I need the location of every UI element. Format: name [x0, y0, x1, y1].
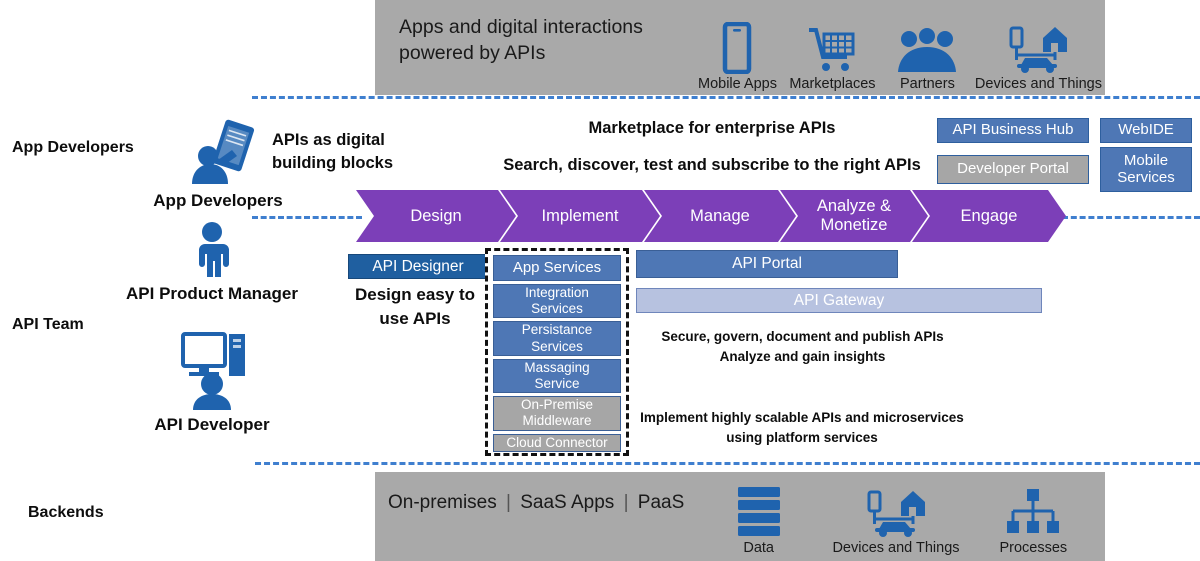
- secure-govern-note: Secure, govern, document and publish API…: [661, 329, 944, 365]
- org-chart-icon: [965, 480, 1102, 538]
- apps-banner-title: Apps and digital interactions powered by…: [399, 16, 643, 65]
- lifecycle-stage-engage[interactable]: Engage: [912, 190, 1066, 242]
- icon-label: Processes: [999, 540, 1068, 556]
- devices-and-things-icon: [827, 480, 964, 538]
- service-on-premise-middleware[interactable]: On-Premise Middleware: [493, 396, 621, 431]
- group-label-api-team: API Team: [12, 316, 84, 333]
- backend-type-on-premises: On-premises: [388, 492, 497, 513]
- apis-building-blocks-text: APIs as digital building blocks: [272, 131, 394, 172]
- persona-name: API Developer: [154, 415, 270, 434]
- divider-bottom: [255, 462, 1200, 465]
- persona-name: API Product Manager: [126, 284, 298, 303]
- partners-item: Partners: [880, 16, 975, 92]
- badge-api-business-hub[interactable]: API Business Hub: [937, 118, 1089, 143]
- bar-api-gateway[interactable]: API Gateway: [636, 288, 1042, 313]
- backend-types-row: On-premises | SaaS Apps | PaaS: [388, 492, 684, 514]
- service-massaging-service[interactable]: Massaging Service: [493, 358, 621, 394]
- bar-api-portal[interactable]: API Portal: [636, 250, 898, 278]
- devices-and-things-icon: [975, 16, 1102, 74]
- mobile-apps-item: Mobile Apps: [690, 16, 785, 92]
- icon-label: Devices and Things: [832, 540, 960, 556]
- implement-scalable-note: Implement highly scalable APIs and micro…: [640, 410, 964, 446]
- person-with-desktop-icon: [112, 332, 312, 415]
- service-persistance-services[interactable]: Persistance Services: [493, 321, 621, 356]
- apps-banner-icon-row: Mobile Apps Marketplaces Partners Device…: [690, 12, 1102, 92]
- persona-api-product-manager: API Product Manager: [102, 221, 322, 304]
- service-app-services[interactable]: App Services: [493, 255, 621, 281]
- database-stack-icon: [690, 480, 827, 538]
- divider-top: [252, 96, 1200, 99]
- group-label-backends: Backends: [28, 504, 104, 521]
- backends-icon-row: Data Devices and Things Processes: [690, 478, 1102, 556]
- service-cloud-connector[interactable]: Cloud Connector: [493, 433, 621, 452]
- marketplaces-item: Marketplaces: [785, 16, 880, 92]
- lifecycle-stage-analyze-monetize[interactable]: Analyze & Monetize: [780, 190, 928, 242]
- processes-item: Processes: [965, 480, 1102, 556]
- people-group-icon: [880, 16, 975, 74]
- bar-api-designer[interactable]: API Designer: [348, 254, 488, 279]
- icon-label: Devices and Things: [974, 76, 1102, 92]
- icon-label: Partners: [900, 76, 955, 92]
- person-standing-icon: [102, 221, 322, 284]
- lifecycle-stage-manage[interactable]: Manage: [644, 190, 796, 242]
- icon-label: Mobile Apps: [697, 76, 777, 92]
- divider-pipe: |: [623, 492, 629, 513]
- group-label-app-developers: App Developers: [12, 139, 134, 156]
- data-item: Data: [690, 480, 827, 556]
- badge-developer-portal[interactable]: Developer Portal: [937, 155, 1089, 184]
- api-lifecycle-chevrons: Design Implement Manage Analyze & Moneti…: [356, 190, 1066, 242]
- divider-lifecycle-left: [252, 216, 362, 219]
- shopping-cart-icon: [785, 16, 880, 74]
- platform-services-stack: App Services Integration Services Persis…: [485, 248, 629, 456]
- divider-lifecycle-right: [1062, 216, 1200, 219]
- mobile-phone-icon: [690, 16, 785, 74]
- icon-label: Marketplaces: [789, 76, 876, 92]
- lifecycle-stage-design[interactable]: Design: [356, 190, 516, 242]
- persona-name: App Developers: [153, 191, 283, 210]
- badge-mobile-services[interactable]: Mobile Services: [1100, 147, 1192, 192]
- service-integration-services[interactable]: Integration Services: [493, 284, 621, 319]
- backend-type-saas-apps: SaaS Apps: [520, 492, 615, 513]
- badge-webide[interactable]: WebIDE: [1100, 118, 1192, 143]
- devices-and-things-item: Devices and Things: [975, 16, 1102, 92]
- search-discover-text: Search, discover, test and subscribe to …: [503, 156, 921, 174]
- design-easy-text: Design easy to use APIs: [355, 285, 475, 328]
- persona-api-developer: API Developer: [112, 332, 312, 435]
- divider-pipe: |: [506, 492, 511, 513]
- devices-and-things-item-bottom: Devices and Things: [827, 480, 964, 556]
- icon-label: Data: [743, 540, 774, 556]
- lifecycle-stage-implement[interactable]: Implement: [500, 190, 660, 242]
- backend-type-paas: PaaS: [637, 492, 685, 513]
- marketplace-headline: Marketplace for enterprise APIs: [588, 119, 836, 137]
